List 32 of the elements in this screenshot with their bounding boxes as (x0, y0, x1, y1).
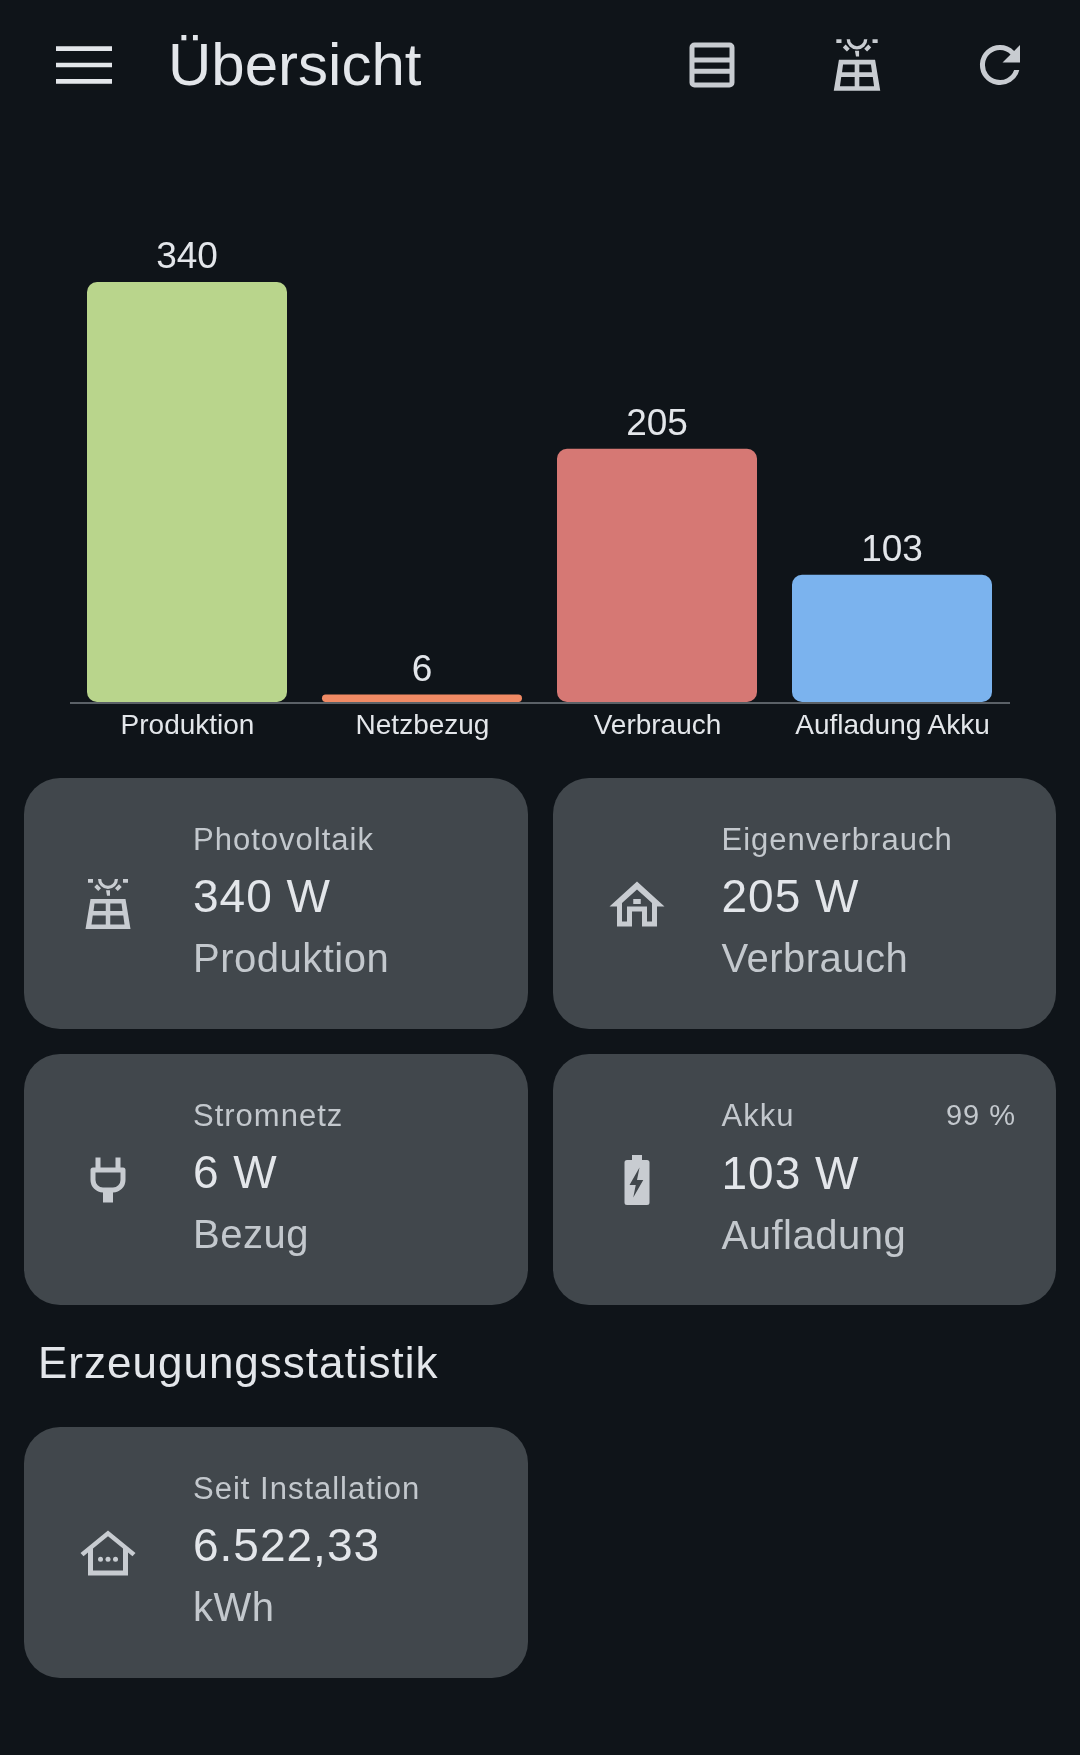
card-value: 6.522,33 (193, 1517, 382, 1573)
card-value: 6 W (193, 1144, 279, 1200)
card-subtitle: kWh (193, 1583, 276, 1631)
card-subtitle: Produktion (193, 934, 391, 982)
bar-value-label: 103 (861, 527, 923, 569)
percentage-label: 99 % (945, 1097, 1016, 1133)
info-card[interactable]: Seit Installation 6.522,33 kWh (24, 1427, 528, 1678)
card-value: 205 W (721, 868, 861, 924)
category-label: Aufladung Akku (795, 708, 990, 742)
card-title: Stromnetz (193, 1096, 344, 1135)
card-title: Photovoltaik (193, 820, 374, 859)
bar-value-label: 340 (156, 235, 218, 276)
page-title: Übersicht (168, 30, 423, 100)
card-subtitle: Verbrauch (721, 934, 910, 982)
category-label: Produktion (120, 708, 255, 742)
category-label: Netzbezug (355, 708, 490, 742)
bar-value-label: 6 (411, 647, 433, 689)
menu-icon (56, 43, 112, 87)
bar-value-label: 205 (626, 401, 688, 443)
card-title: Eigenverbrauch (721, 820, 953, 859)
card-value: 340 W (193, 868, 332, 924)
info-card[interactable]: Eigenverbrauch 205 W Verbrauch (552, 778, 1056, 1029)
card-subtitle: Aufladung (721, 1212, 908, 1260)
card-value: 103 W (721, 1146, 861, 1202)
card-subtitle: Bezug (193, 1210, 310, 1258)
info-card[interactable]: Stromnetz 6 W Bezug (24, 1054, 528, 1305)
section-title: Erzeugungsstatistik (38, 1337, 440, 1389)
info-card[interactable]: Photovoltaik 340 W Produktion (24, 778, 528, 1029)
card-title: Akku (721, 1096, 795, 1135)
card-title: Seit Installation (193, 1469, 421, 1508)
info-card[interactable]: Akku 99 % 103 W Aufladung (552, 1054, 1056, 1305)
category-label: Verbrauch (593, 708, 722, 742)
